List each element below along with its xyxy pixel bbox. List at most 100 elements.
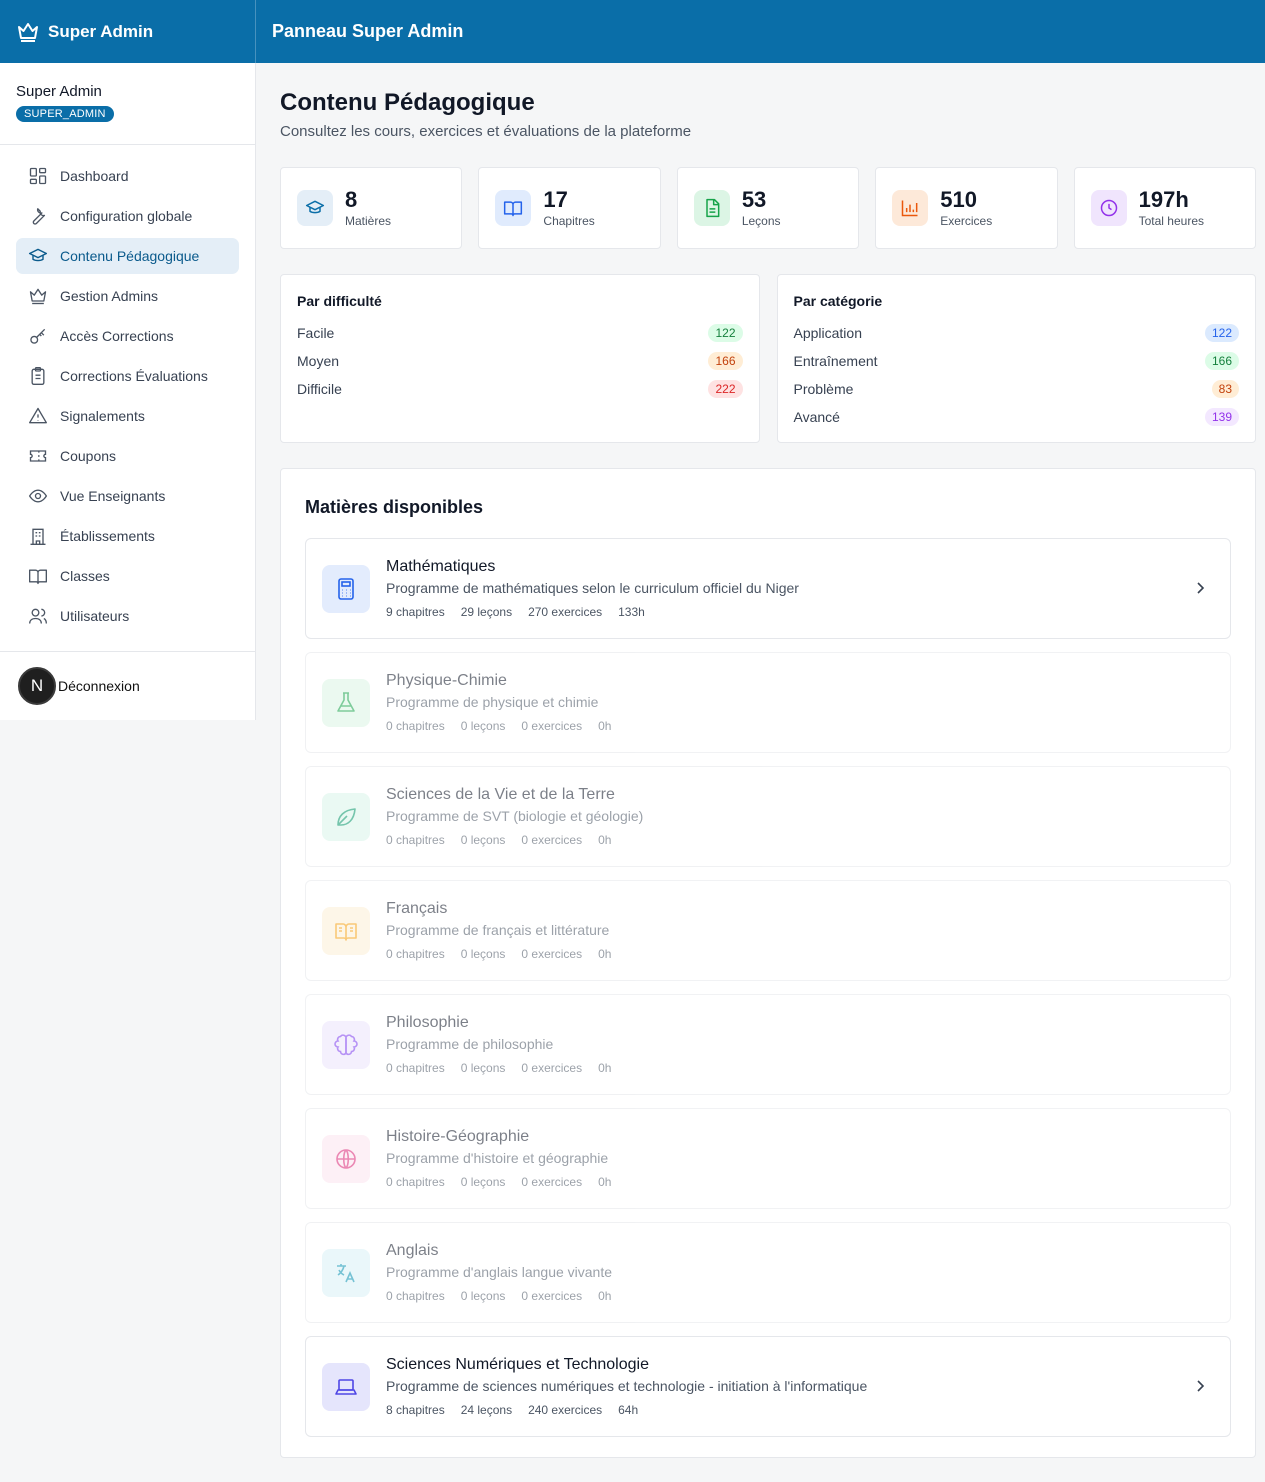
subject-card-francais[interactable]: Français Programme de français et littér… <box>305 880 1231 981</box>
difficulty-row: Facile 122 <box>297 319 743 347</box>
subject-icon-box <box>322 564 370 613</box>
exercises-count: 0 exercices <box>521 947 583 961</box>
users-icon <box>29 608 47 624</box>
exercises-count: 0 exercices <box>521 1175 583 1189</box>
stat-card-chapitres: 17 Chapitres <box>478 167 661 249</box>
dashboard-icon <box>29 167 47 185</box>
row-label: Application <box>793 325 863 341</box>
globe-icon <box>336 1148 356 1169</box>
hours-count: 133h <box>618 605 645 619</box>
lessons-count: 0 leçons <box>460 833 506 847</box>
difficulty-row: Moyen 166 <box>297 347 743 375</box>
chapters-count: 0 chapitres <box>386 947 445 961</box>
hours-count: 0h <box>598 1061 612 1075</box>
chapters-count: 0 chapitres <box>386 719 445 733</box>
sidebar-item-acces-corrections[interactable]: Accès Corrections <box>16 318 239 354</box>
subject-card-svt[interactable]: Sciences de la Vie et de la Terre Progra… <box>305 766 1231 867</box>
panel-title: Par catégorie <box>793 293 883 309</box>
book-open-icon <box>504 201 523 217</box>
exercises-count: 270 exercices <box>528 605 603 619</box>
stat-value: 53 <box>741 187 767 212</box>
sidebar-item-signalements[interactable]: Signalements <box>16 398 239 434</box>
subject-card-philosophie[interactable]: Philosophie Programme de philosophie 0 c… <box>305 994 1231 1095</box>
main-content: Contenu Pédagogique Consultez les cours,… <box>280 63 1257 1458</box>
clipboard-icon <box>31 367 45 385</box>
sidebar-item-configuration[interactable]: Configuration globale <box>16 198 239 234</box>
stat-icon-box <box>1090 190 1127 226</box>
sidebar-item-coupons[interactable]: Coupons <box>16 438 239 474</box>
row-label: Difficile <box>297 381 342 397</box>
subject-icon-box <box>322 1362 370 1411</box>
lessons-count: 0 leçons <box>460 947 506 961</box>
sidebar-item-etablissements[interactable]: Établissements <box>16 518 239 554</box>
exercises-count: 0 exercices <box>521 833 583 847</box>
subject-name: Sciences de la Vie et de la Terre <box>386 786 615 803</box>
subject-meta: 0 chapitres 0 leçons 0 exercices 0h <box>386 719 611 733</box>
subject-name: Anglais <box>386 1242 439 1259</box>
subject-icon-box <box>322 1020 370 1069</box>
sidebar-item-label: Contenu Pédagogique <box>60 248 200 264</box>
sidebar-item-label: Signalements <box>60 408 145 424</box>
sidebar-item-label: Accès Corrections <box>60 328 174 344</box>
subject-description: Programme de sciences numériques et tech… <box>386 1378 868 1394</box>
key-icon <box>30 328 46 344</box>
chapters-count: 0 chapitres <box>386 1061 445 1075</box>
row-label: Avancé <box>793 409 840 425</box>
building-icon <box>30 528 46 545</box>
sidebar-item-corrections-evaluations[interactable]: Corrections Évaluations <box>16 358 239 394</box>
stat-label: Chapitres <box>543 214 595 228</box>
sidebar-item-label: Corrections Évaluations <box>60 368 208 384</box>
sidebar: Super Admin SUPER_ADMIN Dashboard Config… <box>0 63 256 720</box>
category-row: Avancé 139 <box>793 403 1239 431</box>
count-badge: 139 <box>1204 408 1239 426</box>
wrench-icon <box>32 208 46 225</box>
lessons-count: 24 leçons <box>460 1403 513 1417</box>
subject-meta: 0 chapitres 0 leçons 0 exercices 0h <box>386 947 611 961</box>
topbar-title: Panneau Super Admin <box>272 21 464 41</box>
translate-icon <box>337 1263 355 1282</box>
stat-card-exercices: 510 Exercices <box>875 167 1058 249</box>
sidebar-item-contenu-pedagogique[interactable]: Contenu Pédagogique <box>16 238 239 274</box>
subjects-section: Matières disponibles Mathématiques Progr… <box>280 468 1256 1458</box>
sidebar-item-label: Classes <box>60 568 110 584</box>
sidebar-item-vue-enseignants[interactable]: Vue Enseignants <box>16 478 239 514</box>
file-text-icon <box>706 198 720 218</box>
subject-card-anglais[interactable]: Anglais Programme d'anglais langue vivan… <box>305 1222 1231 1323</box>
difficulty-row: Difficile 222 <box>297 375 743 403</box>
book-open-text-icon <box>335 922 357 941</box>
sidebar-item-dashboard[interactable]: Dashboard <box>16 158 239 194</box>
chevron-right-icon <box>1197 582 1205 594</box>
exercises-count: 240 exercices <box>528 1403 603 1417</box>
stat-card-matieres: 8 Matières <box>280 167 463 249</box>
subject-meta: 0 chapitres 0 leçons 0 exercices 0h <box>386 1175 611 1189</box>
chapters-count: 0 chapitres <box>386 1289 445 1303</box>
laptop-icon <box>335 1378 357 1395</box>
difficulty-panel: Par difficulté Facile 122 Moyen 166 Diffic… <box>280 274 760 443</box>
brand-bar: Super Admin <box>0 0 256 63</box>
graduation-cap-icon <box>305 200 325 214</box>
row-label: Entraînement <box>793 353 878 369</box>
sidebar-item-classes[interactable]: Classes <box>16 558 239 594</box>
stat-label: Exercices <box>940 214 993 228</box>
subject-card-histoire-geographie[interactable]: Histoire-Géographie Programme d'histoire… <box>305 1108 1231 1209</box>
subject-card-physique-chimie[interactable]: Physique-Chimie Programme de physique et… <box>305 652 1231 753</box>
subject-name: Mathématiques <box>386 558 496 575</box>
stat-label: Total heures <box>1138 214 1204 228</box>
lessons-count: 0 leçons <box>460 1175 506 1189</box>
subject-name: Histoire-Géographie <box>386 1128 530 1145</box>
exercises-count: 0 exercices <box>521 1289 583 1303</box>
subject-description: Programme d'anglais langue vivante <box>386 1264 613 1280</box>
sidebar-item-utilisateurs[interactable]: Utilisateurs <box>16 598 239 634</box>
sidebar-item-gestion-admins[interactable]: Gestion Admins <box>16 278 239 314</box>
hours-count: 0h <box>598 1289 612 1303</box>
subject-description: Programme de mathématiques selon le curr… <box>386 580 799 596</box>
subject-name: Sciences Numériques et Technologie <box>386 1356 649 1373</box>
count-badge: 222 <box>708 380 743 398</box>
subject-card-mathematiques[interactable]: Mathématiques Programme de mathématiques… <box>305 538 1231 639</box>
avatar[interactable]: N <box>18 667 56 705</box>
page-subtitle: Consultez les cours, exercices et évalua… <box>280 123 692 140</box>
logout-button[interactable]: N Déconnexion <box>0 651 255 720</box>
subject-card-sciences-numeriques[interactable]: Sciences Numériques et Technologie Progr… <box>305 1336 1231 1437</box>
stat-card-lecons: 53 Leçons <box>676 167 860 249</box>
subject-meta: 0 chapitres 0 leçons 0 exercices 0h <box>386 1061 611 1075</box>
